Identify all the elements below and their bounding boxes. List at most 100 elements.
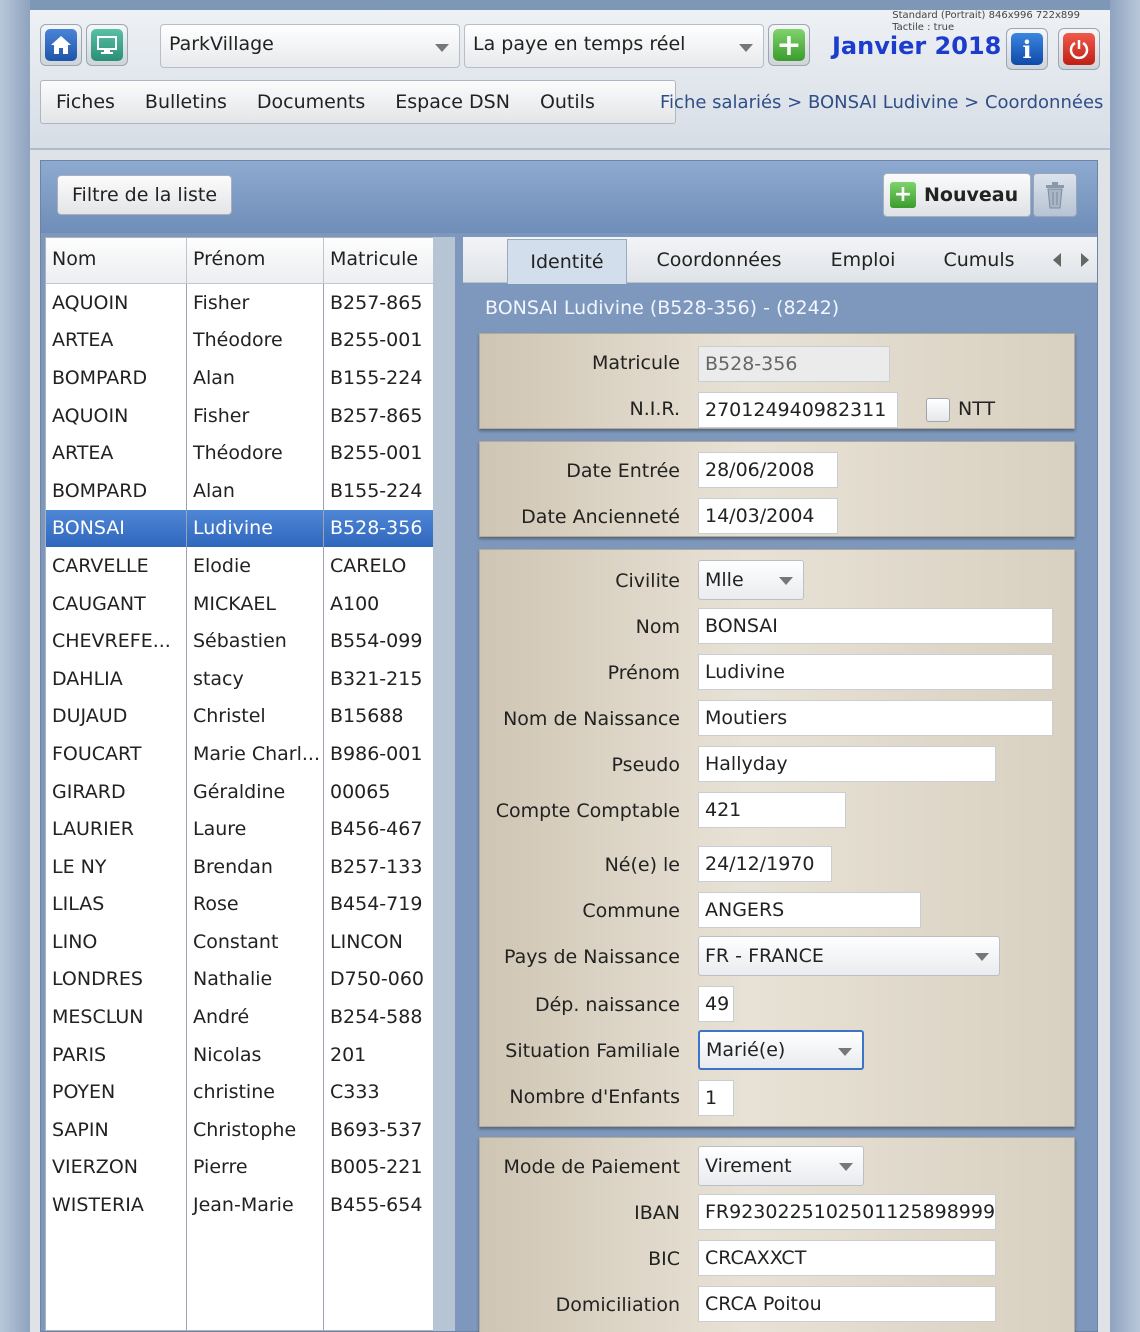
date-anciennete-field[interactable]: 14/03/2004: [698, 498, 838, 534]
table-row[interactable]: LONDRES Nathalie D750-060: [46, 960, 434, 999]
table-row[interactable]: MESCLUN André B254-588: [46, 998, 434, 1036]
row-prenom: Marie Charl...: [187, 735, 324, 773]
date-naissance-field[interactable]: 24/12/1970: [698, 846, 832, 882]
pays-naissance-select[interactable]: FR - FRANCE: [698, 936, 1000, 976]
table-row[interactable]: BONSAI Ludivine B528-356: [46, 509, 434, 548]
civilite-select[interactable]: Mlle: [698, 560, 804, 600]
nom-field[interactable]: BONSAI: [698, 608, 1053, 644]
home-button[interactable]: [40, 24, 82, 66]
ntt-label: NTT: [958, 398, 996, 420]
row-prenom: Elodie: [187, 547, 324, 585]
compte-comptable-field[interactable]: 421: [698, 792, 846, 828]
table-row[interactable]: VIERZON Pierre B005-221: [46, 1148, 434, 1187]
row-prenom: Jean-Marie: [187, 1186, 324, 1224]
list-rows: AQUOIN Fisher B257-865 ARTEA Théodore B255-00…: [46, 284, 434, 1224]
nombre-enfants-field[interactable]: 1: [698, 1080, 734, 1116]
table-row[interactable]: ARTEA Théodore B255-001: [46, 434, 434, 472]
nombre-enfants-label: Nombre d'Enfants: [509, 1086, 680, 1108]
menu-outils[interactable]: Outils: [525, 91, 610, 113]
tab-coordonnees[interactable]: Coordonnées: [639, 237, 799, 283]
desktop-button[interactable]: [86, 24, 128, 66]
domiciliation-field[interactable]: CRCA Poitou: [698, 1286, 996, 1322]
table-row[interactable]: GIRARD Géraldine 00065: [46, 772, 434, 811]
company-select[interactable]: ParkVillage: [160, 24, 460, 68]
new-button[interactable]: + Nouveau: [883, 173, 1032, 217]
tab-scroll-right-icon[interactable]: [1081, 253, 1089, 267]
table-row[interactable]: SAPIN Christophe B693-537: [46, 1111, 434, 1149]
delete-button[interactable]: [1033, 173, 1077, 217]
menu-documents[interactable]: Documents: [242, 91, 380, 113]
filter-list-button[interactable]: Filtre de la liste: [57, 175, 233, 215]
mode-paiement-select[interactable]: Virement: [698, 1146, 864, 1186]
table-row[interactable]: FOUCART Marie Charl... B986-001: [46, 735, 434, 773]
table-row[interactable]: ARTEA Théodore B255-001: [46, 321, 434, 360]
row-matricule: B693-537: [330, 1118, 423, 1141]
prenom-field[interactable]: Ludivine: [698, 654, 1053, 690]
table-row[interactable]: AQUOIN Fisher B257-865: [46, 396, 434, 435]
column-header-nom[interactable]: Nom: [46, 238, 187, 283]
info-button[interactable]: i: [1006, 28, 1048, 70]
date-entree-field[interactable]: 28/06/2008: [698, 452, 838, 488]
table-row[interactable]: PARIS Nicolas 201: [46, 1035, 434, 1074]
row-nom: AQUOIN: [46, 396, 187, 435]
row-nom: VIERZON: [46, 1148, 187, 1187]
row-nom: LE NY: [46, 847, 187, 886]
table-row[interactable]: CHEVREFE... Sébastien B554-099: [46, 622, 434, 660]
plus-icon: +: [890, 182, 916, 208]
ntt-checkbox[interactable]: [926, 398, 950, 422]
dep-naissance-label: Dép. naissance: [534, 994, 680, 1016]
tab-cumuls[interactable]: Cumuls: [929, 237, 1029, 283]
row-nom: FOUCART: [46, 735, 187, 773]
pseudo-label: Pseudo: [611, 754, 680, 776]
nir-field[interactable]: 270124940982311: [698, 392, 898, 428]
row-matricule: B257-865: [330, 404, 423, 427]
table-row[interactable]: LINO Constant LINCON: [46, 923, 434, 961]
row-matricule: LINCON: [330, 930, 403, 953]
row-prenom: MICKAEL: [187, 584, 324, 623]
menu-espace-dsn[interactable]: Espace DSN: [380, 91, 525, 113]
date-naissance-label: Né(e) le: [604, 854, 680, 876]
situation-familiale-select[interactable]: Marié(e): [698, 1030, 864, 1070]
table-row[interactable]: BOMPARD Alan B155-224: [46, 471, 434, 510]
row-matricule: B15688: [330, 705, 404, 728]
row-matricule: B255-001: [330, 442, 423, 465]
table-row[interactable]: POYEN christine C333: [46, 1073, 434, 1112]
pseudo-field[interactable]: Hallyday: [698, 746, 996, 782]
row-prenom: Sébastien: [187, 622, 324, 660]
tab-emploi[interactable]: Emploi: [813, 237, 913, 283]
table-row[interactable]: LAURIER Laure B456-467: [46, 810, 434, 848]
row-prenom: Théodore: [187, 434, 324, 472]
menu-bulletins[interactable]: Bulletins: [130, 91, 242, 113]
table-row[interactable]: BOMPARD Alan B155-224: [46, 359, 434, 397]
trash-icon: [1046, 182, 1064, 209]
column-header-matricule[interactable]: Matricule: [324, 238, 434, 283]
mode-select[interactable]: La paye en temps réel: [464, 24, 764, 68]
matricule-label: Matricule: [591, 352, 680, 374]
nom-naissance-field[interactable]: Moutiers: [698, 700, 1053, 736]
table-row[interactable]: CARVELLE Elodie CARELO: [46, 547, 434, 585]
table-row[interactable]: DUJAUD Christel B15688: [46, 697, 434, 736]
table-row[interactable]: LE NY Brendan B257-133: [46, 847, 434, 886]
table-row[interactable]: DAHLIA stacy B321-215: [46, 659, 434, 698]
tab-scroll-left-icon[interactable]: [1053, 253, 1061, 267]
commune-field[interactable]: ANGERS: [698, 892, 921, 928]
iban-field[interactable]: FR923022510250112589899981: [698, 1194, 996, 1230]
mode-paiement-label: Mode de Paiement: [503, 1156, 680, 1178]
column-header-prenom[interactable]: Prénom: [187, 238, 324, 283]
power-button[interactable]: [1058, 28, 1100, 70]
menu-fiches[interactable]: Fiches: [41, 91, 130, 113]
dep-naissance-field[interactable]: 49: [698, 986, 734, 1022]
chevron-down-icon: [839, 1163, 853, 1171]
breadcrumb: Fiche salariés > BONSAI Ludivine > Coord…: [660, 92, 1104, 113]
tab-identite[interactable]: Identité: [507, 239, 627, 284]
add-button[interactable]: +: [768, 24, 810, 66]
bic-field[interactable]: CRCAXXCT: [698, 1240, 996, 1276]
list-splitter[interactable]: [433, 237, 455, 1331]
table-row[interactable]: WISTERIA Jean-Marie B455-654: [46, 1186, 434, 1224]
plus-icon: +: [773, 28, 805, 63]
row-nom: CARVELLE: [46, 547, 187, 585]
table-row[interactable]: CAUGANT MICKAEL A100: [46, 584, 434, 623]
table-row[interactable]: AQUOIN Fisher B257-865: [46, 284, 434, 322]
row-nom: BONSAI: [46, 509, 187, 548]
table-row[interactable]: LILAS Rose B454-719: [46, 885, 434, 924]
